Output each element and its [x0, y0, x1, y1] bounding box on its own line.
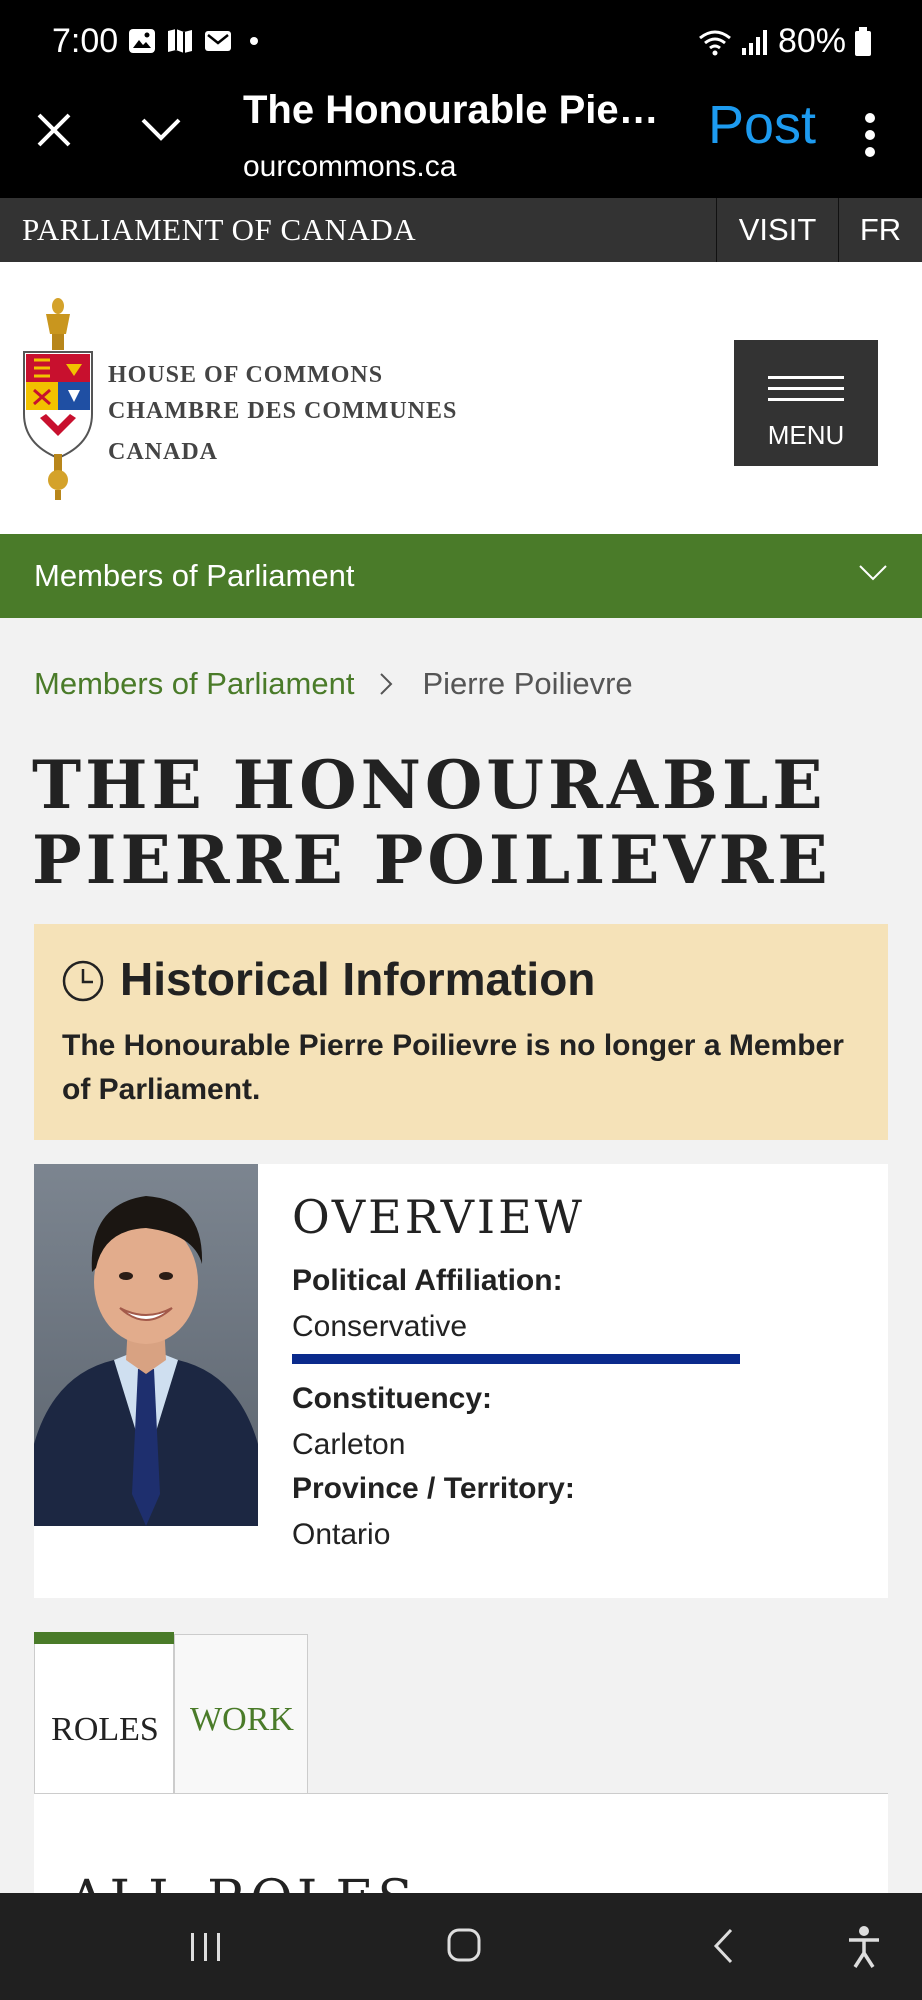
- page-title-line-2: PIERRE POILIEVRE: [32, 821, 832, 899]
- map-icon: [168, 29, 192, 53]
- notification-icons: [128, 28, 258, 54]
- tab-work-label: WORK: [190, 1701, 294, 1738]
- chevron-down-icon[interactable]: [140, 116, 182, 144]
- member-portrait: [34, 1164, 258, 1526]
- page-title: THE HONOURABLE PIERRE POILIEVRE: [32, 748, 892, 898]
- house-name-english: HOUSE OF COMMONS: [108, 362, 384, 388]
- accessibility-icon[interactable]: [846, 1925, 882, 1969]
- signal-icon: [741, 29, 767, 55]
- member-overview-card: OVERVIEW Political Affiliation: Conserva…: [34, 1164, 888, 1598]
- system-status: 80%: [698, 22, 872, 61]
- constituency-value[interactable]: Carleton: [292, 1428, 405, 1462]
- political-affiliation-value: Conservative: [292, 1310, 468, 1343]
- house-of-commons-crest-icon[interactable]: [20, 294, 96, 502]
- tab-work[interactable]: WORK: [174, 1634, 308, 1794]
- status-time: 7:00: [52, 22, 119, 60]
- menu-button[interactable]: MENU: [734, 340, 878, 466]
- battery-percent: 80%: [777, 22, 846, 60]
- all-roles-heading: ALL ROLES: [68, 1870, 417, 1893]
- recent-apps-icon[interactable]: [188, 1931, 224, 1963]
- more-notifications-dot: [250, 37, 258, 45]
- mail-icon: [205, 31, 231, 51]
- constituency-label: Constituency:: [292, 1382, 493, 1415]
- province-value: Ontario: [292, 1518, 391, 1551]
- house-of-commons-wordmark[interactable]: HOUSE OF COMMONS CHAMBRE DES COMMUNES CA…: [108, 362, 457, 466]
- historical-information-title: Historical Information: [120, 953, 596, 1005]
- site-header: HOUSE OF COMMONS CHAMBRE DES COMMUNES CA…: [0, 262, 922, 534]
- province-label: Province / Territory:: [292, 1472, 575, 1505]
- parliament-top-bar: PARLIAMENT OF CANADA VISIT FR: [0, 198, 922, 262]
- page-title-line-1: THE HONOURABLE: [32, 746, 827, 824]
- browser-page-title: The Honourable Pierr...: [243, 88, 673, 132]
- section-nav-dropdown[interactable]: Members of Parliament: [0, 534, 922, 618]
- clock-icon: [62, 960, 104, 1002]
- post-button[interactable]: Post: [708, 94, 816, 156]
- chevron-right-icon: [380, 673, 393, 695]
- home-icon[interactable]: [446, 1927, 482, 1963]
- historical-information-text: The Honourable Pierre Poilievre is no lo…: [62, 1029, 844, 1106]
- tab-roles[interactable]: ROLES: [34, 1632, 174, 1794]
- more-options-icon[interactable]: [862, 112, 878, 158]
- chevron-down-icon: [859, 565, 887, 581]
- browser-toolbar: The Honourable Pierr... ourcommons.ca Po…: [0, 88, 922, 198]
- roles-tab-panel: ALL ROLES: [34, 1793, 888, 1893]
- breadcrumb-current: Pierre Poilievre: [422, 666, 633, 701]
- back-icon[interactable]: [712, 1927, 734, 1965]
- gallery-icon: [129, 29, 155, 53]
- battery-icon: [855, 26, 871, 56]
- breadcrumb-members-link[interactable]: Members of Parliament: [34, 666, 354, 702]
- section-nav-label: Members of Parliament: [34, 558, 355, 593]
- french-language-link[interactable]: FR: [838, 198, 922, 262]
- active-tab-indicator: [34, 1632, 174, 1644]
- close-icon[interactable]: [36, 112, 72, 148]
- visit-link[interactable]: VISIT: [716, 198, 838, 262]
- house-name-french: CHAMBRE DES COMMUNES: [108, 398, 458, 424]
- parliament-link[interactable]: PARLIAMENT OF CANADA: [22, 212, 416, 248]
- breadcrumb: Members of Parliament Pierre Poilievre: [34, 666, 633, 702]
- party-color-bar: [292, 1354, 740, 1364]
- status-bar: 7:00 80%: [0, 0, 922, 88]
- system-navigation-bar: [0, 1893, 922, 2000]
- overview-heading: OVERVIEW: [292, 1190, 585, 1244]
- wifi-icon: [699, 30, 731, 55]
- hamburger-icon: [768, 376, 844, 401]
- browser-url[interactable]: ourcommons.ca: [243, 150, 456, 184]
- tab-roles-label: ROLES: [51, 1711, 159, 1748]
- menu-label: MENU: [767, 420, 845, 450]
- political-affiliation-label: Political Affiliation:: [292, 1264, 563, 1297]
- historical-information-notice: Historical Information The Honourable Pi…: [34, 924, 888, 1140]
- country-name: CANADA: [108, 439, 218, 465]
